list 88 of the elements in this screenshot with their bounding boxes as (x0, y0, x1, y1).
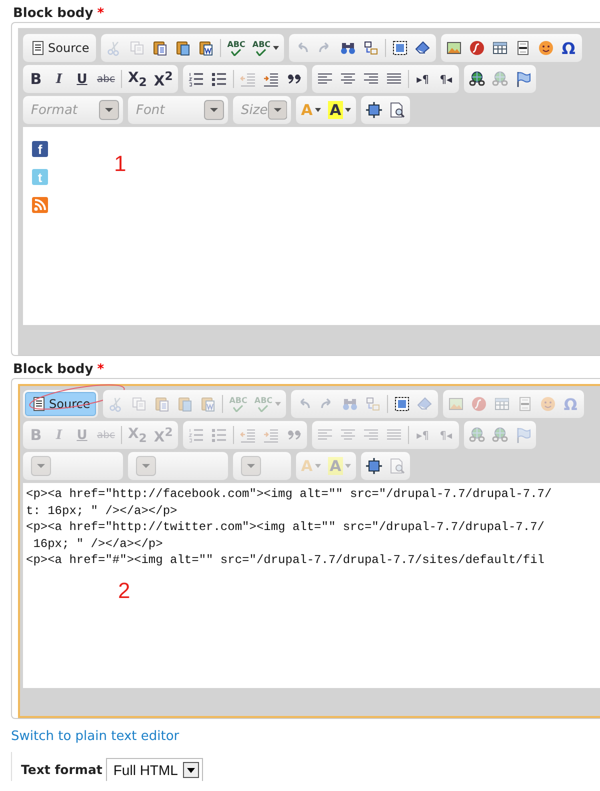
script-button[interactable]: X$^{2}$ (150, 67, 176, 91)
text-direction-button[interactable]: ¶◂ (434, 67, 457, 91)
text-format-select[interactable]: Full HTML (106, 758, 203, 781)
strikethrough-button[interactable]: abc (94, 67, 118, 91)
smiley-icon (540, 396, 556, 412)
text-format-label: Text format (21, 762, 102, 777)
replace-icon (362, 40, 379, 56)
outdent-icon (240, 71, 256, 87)
bold-button[interactable]: B (25, 67, 47, 91)
document-search-icon (389, 458, 406, 474)
flag-icon (514, 71, 531, 87)
check-icon (258, 404, 268, 412)
caret-icon (274, 402, 281, 406)
link-icon (468, 71, 485, 87)
caret-icon (314, 108, 321, 112)
caret-icon (345, 108, 352, 112)
annotation-number: 2 (118, 578, 130, 604)
flash-icon (470, 396, 487, 412)
maximize-icon (366, 102, 382, 118)
background-color-button[interactable]: A (324, 98, 354, 122)
clipboard-icon (154, 396, 170, 412)
editor-content[interactable]: f t 1 (23, 127, 600, 325)
special-character-button[interactable]: Ω (558, 36, 580, 60)
clipboard-icon (200, 396, 216, 412)
code-line: <p><a href="http://facebook.com"><img alt="" src="/drupal-7.7/drupal-7.7/ (26, 486, 553, 502)
source-button[interactable]: Source (25, 36, 94, 60)
caret-icon (345, 464, 352, 468)
code-line: <p><a href="http://twitter.com"><img alt="" src="/drupal-7.7/drupal-7.7/ (26, 519, 546, 536)
replace-icon (364, 396, 381, 412)
field-label: Block body (13, 6, 94, 20)
social-icon: f (32, 141, 48, 157)
clipboard-icon (198, 40, 214, 56)
feed-icon (32, 197, 48, 213)
switch-editor-link[interactable]: Switch to plain text editor (11, 729, 180, 744)
dropdown[interactable]: Format (25, 98, 121, 122)
image-icon (448, 396, 464, 412)
code-line: 16px; " /></a></p> (32, 536, 164, 552)
eraser-icon (416, 396, 433, 412)
italic-button[interactable]: I (48, 67, 70, 91)
check-icon (233, 404, 244, 412)
numbered-list-icon (188, 71, 204, 87)
select-all-icon (392, 40, 408, 56)
required-mark: * (97, 362, 104, 376)
check-icon (231, 48, 242, 56)
outdent-icon (240, 427, 256, 443)
link-icon (468, 427, 485, 443)
document-search-icon (389, 102, 406, 118)
table-icon (492, 40, 508, 56)
eraser-icon (414, 40, 431, 56)
dropdown[interactable]: Size (235, 98, 289, 122)
field-label: Block body (13, 362, 94, 376)
clipboard-icon (152, 40, 168, 56)
spellcheck-menu-button[interactable]: ABC (249, 36, 282, 60)
binoculars-icon (340, 40, 356, 56)
document-icon (30, 40, 46, 56)
check-icon (256, 48, 266, 56)
clipboard-icon (177, 396, 194, 412)
clipboard-icon (175, 40, 192, 56)
flag-icon (514, 427, 531, 443)
underline-button[interactable]: U (71, 67, 93, 91)
editor-content[interactable] (23, 483, 600, 688)
maximize-icon (366, 458, 382, 474)
annotation-number: 1 (114, 151, 126, 177)
copy-icon (129, 40, 146, 56)
bullet-list-icon (210, 71, 227, 87)
script-button[interactable]: X$_{2}$ (124, 67, 150, 91)
text-direction-button[interactable]: ▸¶ (412, 67, 434, 91)
table-icon (494, 396, 510, 412)
image-icon (446, 40, 462, 56)
spellcheck-button[interactable]: ABC (224, 36, 248, 60)
social-icon: t (32, 169, 48, 185)
unlink-icon (492, 71, 508, 87)
binoculars-icon (342, 396, 358, 412)
copy-icon (131, 396, 148, 412)
caret-icon (314, 464, 321, 468)
bullet-list-icon (210, 427, 227, 443)
caret-icon (272, 46, 279, 50)
indent-icon (262, 71, 279, 87)
required-mark: * (97, 6, 104, 20)
dropdown[interactable]: Font (130, 98, 226, 122)
code-line: t: 16px; " /></a></p> (26, 502, 178, 519)
select-all-icon (394, 396, 410, 412)
smiley-icon (538, 40, 554, 56)
code-line: <p><a href="#"><img alt="" src="/drupal-7.7/drupal-7.7/sites/default/fil (26, 552, 546, 568)
unlink-icon (492, 427, 508, 443)
numbered-list-icon (188, 427, 204, 443)
indent-icon (262, 427, 279, 443)
flash-icon (468, 40, 485, 56)
